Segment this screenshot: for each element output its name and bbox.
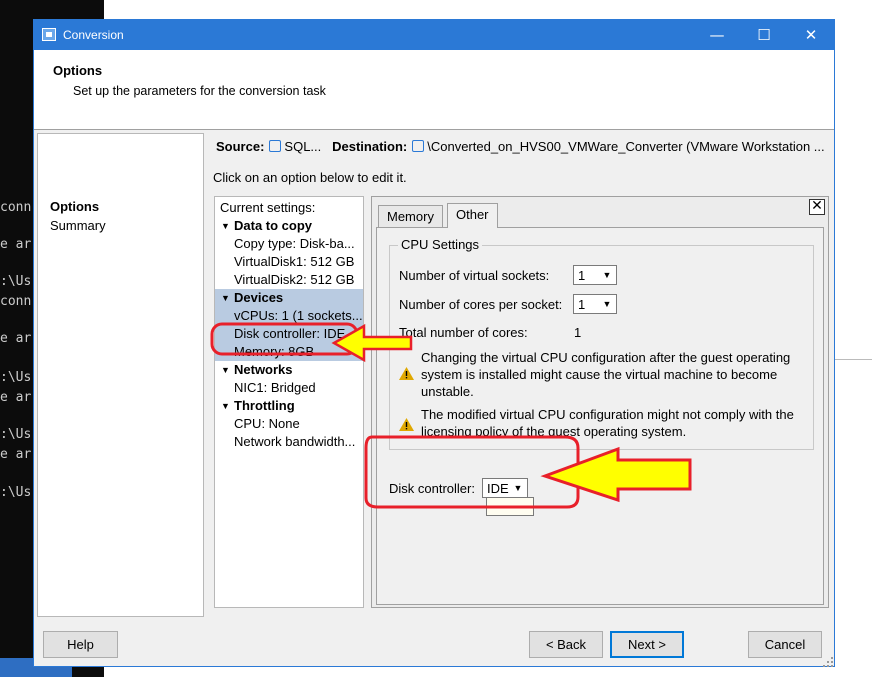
tree-group-devices[interactable]: ▼ Devices — [215, 289, 363, 307]
tab-memory[interactable]: Memory — [378, 205, 443, 228]
chevron-down-icon[interactable]: ▼ — [601, 269, 613, 281]
tree-heading: Current settings: — [220, 200, 316, 215]
destination-value: \Converted_on_HVS00_VMWare_Converter (VM… — [427, 139, 825, 154]
cpu-warning-1: Changing the virtual CPU configuration a… — [421, 350, 791, 399]
disk-controller-label: Disk controller: — [389, 481, 475, 496]
terminal-line: :\Us — [0, 485, 32, 500]
tab-other[interactable]: Other — [447, 203, 498, 228]
help-button[interactable]: Help — [43, 631, 118, 658]
tab-content-other: CPU Settings Number of virtual sockets: … — [376, 227, 824, 605]
disk-controller-value: IDE — [487, 481, 509, 496]
total-cores-label: Total number of cores: — [399, 325, 528, 340]
terminal-line: conn — [0, 200, 32, 215]
tree-group-throttling[interactable]: ▼ Throttling — [215, 397, 363, 415]
close-panel-icon[interactable]: ✕ — [809, 199, 825, 215]
terminal-line: e ar — [0, 390, 32, 405]
tree-item-virtualdisk2[interactable]: VirtualDisk2: 512 GB — [215, 271, 363, 289]
collapse-icon[interactable]: ▼ — [221, 289, 230, 307]
tree-item-virtualdisk1[interactable]: VirtualDisk1: 512 GB — [215, 253, 363, 271]
terminal-line: conn — [0, 294, 32, 309]
source-value: SQL... — [284, 139, 322, 154]
resize-grip-icon[interactable] — [822, 656, 834, 668]
source-label: Source: — [216, 139, 265, 154]
source-destination-row: Source: SQL... Destination: \Converted_on_… — [216, 139, 825, 154]
tree-group-data-to-copy[interactable]: ▼ Data to copy — [215, 217, 363, 235]
destination-vm-icon — [412, 140, 425, 152]
background-divider — [834, 359, 872, 360]
tree-item-disk-controller[interactable]: Disk controller: IDE — [215, 325, 363, 343]
warning-icon — [399, 418, 414, 431]
chevron-down-icon[interactable]: ▼ — [512, 482, 524, 494]
collapse-icon[interactable]: ▼ — [221, 361, 230, 379]
tree-item-vcpus[interactable]: vCPUs: 1 (1 sockets... — [215, 307, 363, 325]
cores-label: Number of cores per socket: — [399, 297, 563, 312]
chevron-down-icon[interactable]: ▼ — [601, 298, 613, 310]
converter-app-icon — [42, 28, 56, 41]
tree-item-cpu-throttle[interactable]: CPU: None — [215, 415, 363, 433]
terminal-line: :\Us — [0, 370, 32, 385]
options-panel: Memory Other ✕ CPU Settings Number of vi… — [371, 196, 829, 608]
tree-group-networks[interactable]: ▼ Networks — [215, 361, 363, 379]
page-title: Options — [53, 63, 103, 78]
minimize-button[interactable]: — — [694, 20, 740, 50]
next-button[interactable]: Next > — [610, 631, 684, 658]
close-button[interactable]: ✕ — [788, 20, 834, 50]
cancel-button[interactable]: Cancel — [748, 631, 822, 658]
sockets-select[interactable]: 1 ▼ — [573, 265, 617, 285]
destination-label: Destination: — [332, 139, 408, 154]
source-machine-icon — [269, 140, 282, 152]
window-title: Conversion — [63, 28, 124, 42]
cpu-warning-2: The modified virtual CPU configuration m… — [421, 407, 794, 439]
total-cores-value: 1 — [574, 325, 582, 340]
disk-controller-dropdown-list[interactable] — [486, 497, 534, 516]
nav-item-options[interactable]: Options — [50, 199, 99, 214]
current-settings-tree: Current settings: ▼ Data to copy Copy typ… — [214, 196, 364, 608]
edit-hint: Click on an option below to edit it. — [213, 170, 407, 185]
sockets-label: Number of virtual sockets: — [399, 268, 550, 283]
nav-item-summary[interactable]: Summary — [50, 218, 106, 233]
terminal-line: e ar — [0, 237, 32, 252]
conversion-dialog: Conversion — ☐ ✕ Options Set up the para… — [33, 19, 835, 667]
terminal-line: :\Us — [0, 427, 32, 442]
wizard-nav: Options Summary — [37, 133, 204, 617]
cpu-settings-legend: CPU Settings — [398, 237, 483, 252]
tree-item-memory[interactable]: Memory: 8GB — [215, 343, 363, 361]
cpu-settings-group: CPU Settings Number of virtual sockets: … — [389, 237, 814, 450]
terminal-line: :\Us — [0, 274, 32, 289]
collapse-icon[interactable]: ▼ — [221, 217, 230, 235]
sockets-value: 1 — [578, 268, 586, 283]
tree-item-network-bandwidth[interactable]: Network bandwidth... — [215, 433, 363, 451]
terminal-line: e ar — [0, 331, 32, 346]
terminal-line: e ar — [0, 447, 32, 462]
disk-controller-select[interactable]: IDE ▼ — [482, 478, 528, 498]
tree-item-nic1[interactable]: NIC1: Bridged — [215, 379, 363, 397]
maximize-button[interactable]: ☐ — [741, 20, 787, 50]
title-bar[interactable]: Conversion — ☐ ✕ — [34, 20, 834, 50]
page-header: Options Set up the parameters for the co… — [34, 50, 834, 130]
back-button[interactable]: < Back — [529, 631, 603, 658]
collapse-icon[interactable]: ▼ — [221, 397, 230, 415]
cores-value: 1 — [578, 297, 586, 312]
tree-item-copy-type[interactable]: Copy type: Disk-ba... — [215, 235, 363, 253]
page-subtitle: Set up the parameters for the conversion… — [73, 84, 326, 98]
cores-select[interactable]: 1 ▼ — [573, 294, 617, 314]
warning-icon — [399, 367, 414, 380]
